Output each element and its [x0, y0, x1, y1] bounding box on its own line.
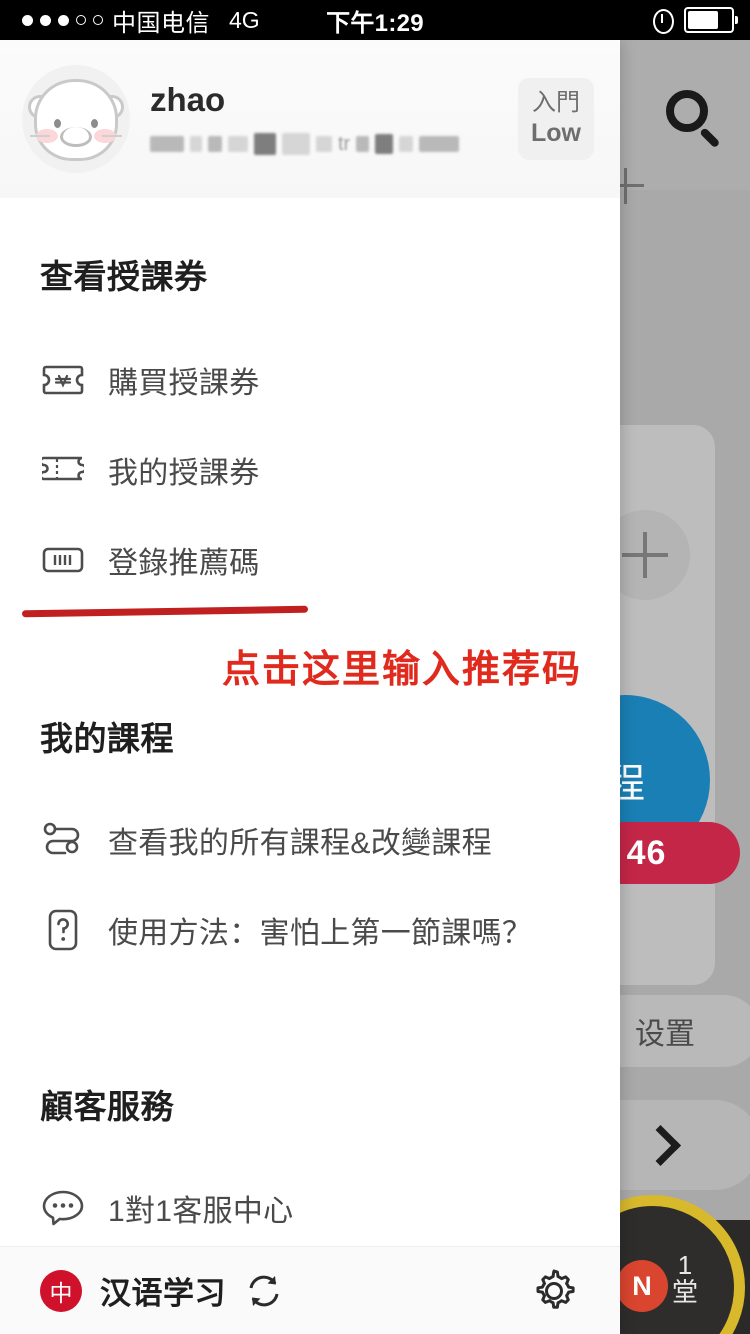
dial-badge-label: N — [632, 1270, 652, 1301]
rotation-lock-icon — [652, 8, 674, 34]
menu-item-my-courses[interactable]: 查看我的所有課程&改變課程 — [0, 808, 620, 872]
settings-pill-label: 设置 — [635, 1018, 695, 1051]
menu-item-label: 購買授課券 — [108, 367, 260, 400]
chevron-right-icon — [639, 1124, 681, 1166]
route-icon — [40, 817, 86, 863]
search-icon[interactable] — [666, 90, 721, 149]
menu-item-label: 查看我的所有課程&改變課程 — [108, 827, 492, 860]
menu-item-label: 使用方法：害怕上第一節課嗎？ — [108, 917, 533, 950]
ticket-icon — [40, 447, 86, 493]
battery-icon — [684, 7, 738, 33]
navigation-drawer: zhao tr 入門 Low 查看授課券 購買授課券 我的授課券 登錄推薦碼 我… — [0, 40, 620, 1334]
ticket-won-icon — [40, 357, 86, 403]
language-badge[interactable]: 中 — [40, 1269, 82, 1312]
profile-info: zhao tr — [150, 80, 518, 156]
level-badge[interactable]: 入門 Low — [518, 78, 594, 160]
email-fragment: tr — [338, 132, 351, 155]
dial-label: 1 堂 — [672, 1250, 699, 1308]
chat-bubble-icon — [40, 1185, 86, 1231]
dial-label-top: 1 — [677, 1250, 693, 1280]
menu-item-buy-ticket[interactable]: 購買授課券 — [0, 348, 620, 412]
barcode-icon — [40, 537, 86, 583]
section-title-courses: 我的課程 — [40, 720, 174, 757]
profile-email-redacted: tr — [150, 132, 518, 156]
profile-name: zhao — [150, 80, 226, 118]
section-title-tickets: 查看授課券 — [40, 258, 208, 295]
section-title-support: 顧客服務 — [40, 1088, 174, 1125]
language-badge-label: 中 — [49, 1279, 73, 1306]
profile-header[interactable]: zhao tr 入門 Low — [0, 40, 620, 198]
avatar[interactable] — [22, 65, 130, 173]
status-bar: 中国电信 4G 下午1:29 — [0, 0, 750, 40]
menu-item-label: 1對1客服中心 — [108, 1195, 294, 1228]
menu-item-label: 我的授課券 — [108, 457, 260, 490]
level-badge-en: Low — [531, 119, 581, 148]
menu-item-how-to-use[interactable]: 使用方法：害怕上第一節課嗎？ — [0, 898, 620, 962]
annotation-text: 点击这里输入推荐码 — [222, 649, 583, 691]
phone-screen: 程 32 : 46 设置 N 1 堂 — [0, 0, 750, 1334]
language-label: 汉语学习 — [100, 1276, 226, 1311]
dial-label-bottom: 堂 — [672, 1277, 699, 1308]
drawer-bottom-bar: 中 汉语学习 — [0, 1246, 620, 1334]
menu-item-label: 登錄推薦碼 — [108, 547, 260, 580]
status-bar-time: 下午1:29 — [326, 9, 424, 37]
question-icon — [40, 907, 86, 953]
drawer-menu: 查看授課券 購買授課券 我的授課券 登錄推薦碼 我的課程 查看我的所有課程&改變… — [0, 198, 620, 1330]
level-badge-cn: 入門 — [532, 89, 580, 117]
menu-item-support-center[interactable]: 1對1客服中心 — [0, 1176, 620, 1240]
gear-icon[interactable] — [528, 1265, 580, 1317]
dial-badge: N — [616, 1260, 668, 1312]
menu-item-referral-code[interactable]: 登錄推薦碼 — [0, 528, 620, 592]
refresh-icon[interactable] — [244, 1271, 284, 1311]
menu-item-my-ticket[interactable]: 我的授課券 — [0, 438, 620, 502]
status-bar-right — [652, 7, 738, 34]
